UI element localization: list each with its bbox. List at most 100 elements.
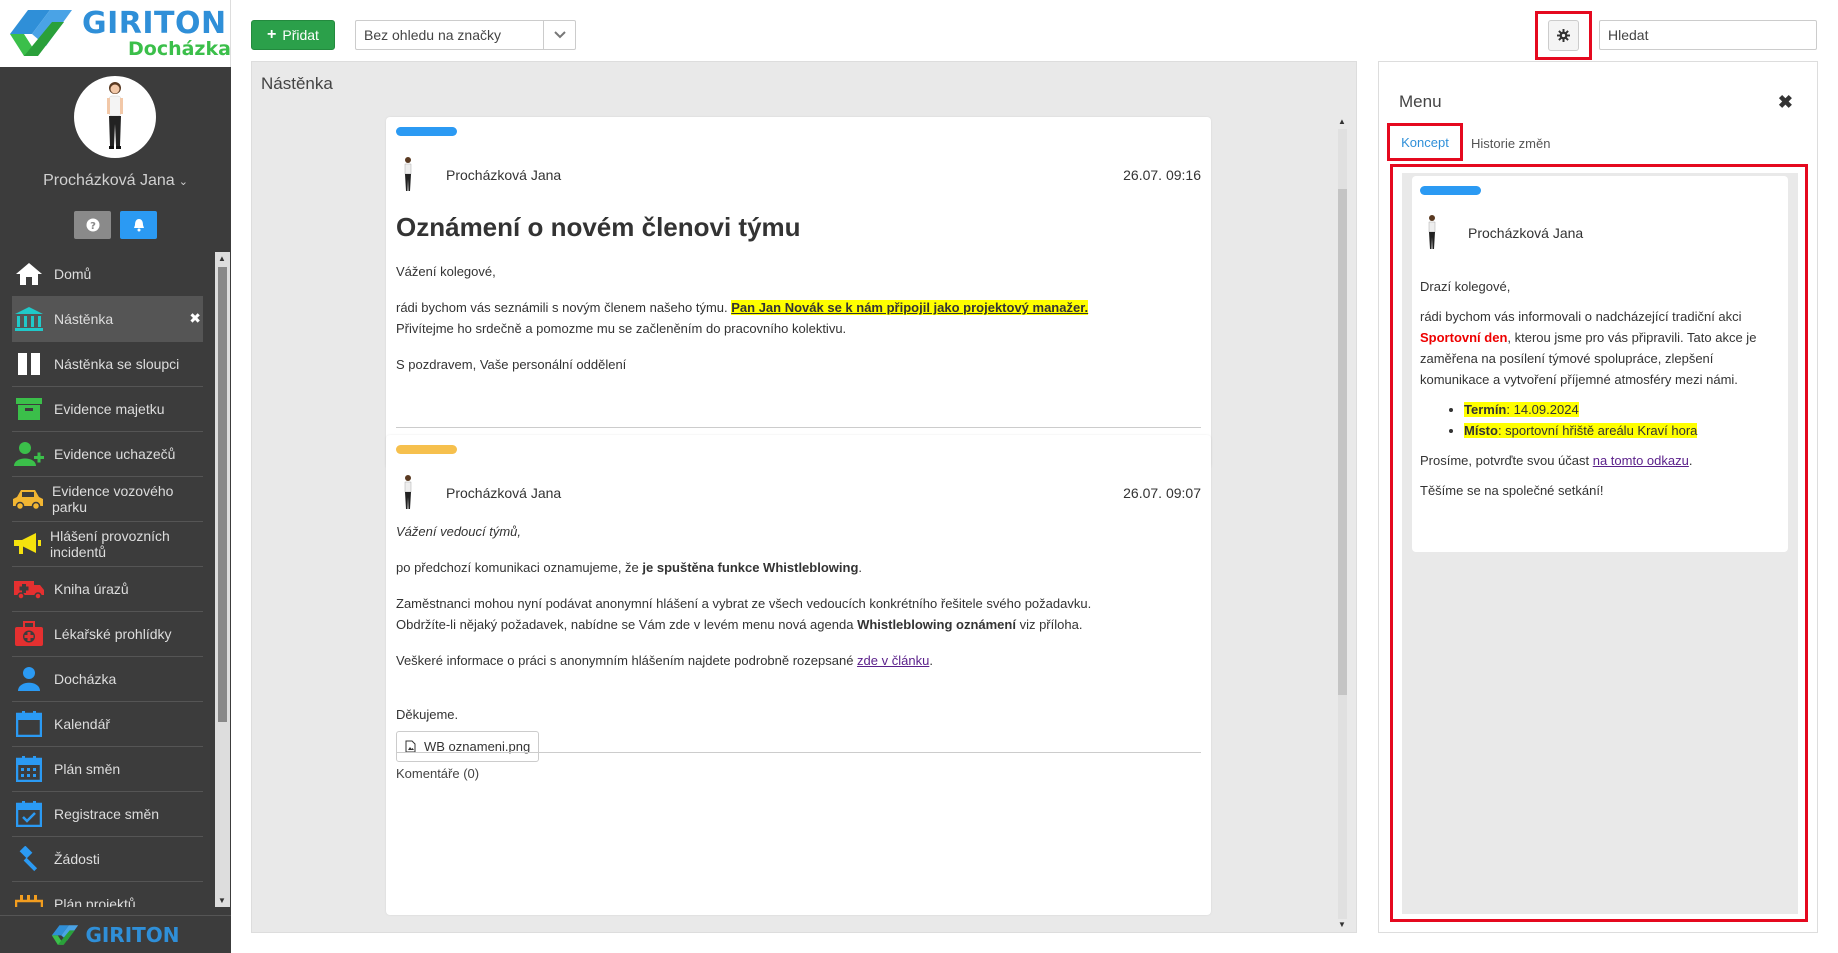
search-input[interactable] bbox=[1599, 20, 1817, 50]
sidebar-item-label: Evidence vozového parku bbox=[52, 483, 174, 515]
post-date: 26.07. 09:16 bbox=[1123, 167, 1201, 183]
post-card[interactable]: Procházková Jana 26.07. 09:16 Oznámení o… bbox=[386, 117, 1211, 469]
comments-link[interactable]: Komentáře (0) bbox=[396, 752, 1201, 781]
person-icon bbox=[18, 667, 40, 691]
bell-icon bbox=[133, 219, 144, 232]
sidebar-item-label: Nástěnka bbox=[54, 311, 114, 327]
sidebar-item-label: Nástěnka se sloupci bbox=[54, 356, 180, 372]
article-link[interactable]: zde v článku bbox=[857, 653, 929, 668]
scrollbar-thumb[interactable] bbox=[218, 267, 227, 722]
sidebar-item-requests[interactable]: Žádosti bbox=[12, 837, 203, 882]
author-avatar bbox=[404, 475, 412, 509]
board-scrollbar[interactable]: ▲ ▼ bbox=[1335, 117, 1349, 929]
tab-concept[interactable]: Koncept bbox=[1401, 135, 1449, 150]
draft-text: Prosíme, potvrďte svou účast na tomto od… bbox=[1420, 453, 1693, 468]
add-button-label: Přidat bbox=[282, 27, 319, 43]
brand-name: GIRITON bbox=[82, 6, 227, 41]
scroll-up-icon[interactable]: ▲ bbox=[1338, 117, 1346, 126]
user-menu[interactable]: Procházková Jana ⌄ bbox=[0, 172, 231, 190]
sidebar-item-candidates[interactable]: Evidence uchazečů bbox=[12, 432, 203, 477]
sidebar-item-label: Kniha úrazů bbox=[54, 581, 129, 597]
car-icon bbox=[13, 490, 43, 511]
post-card[interactable]: Procházková Jana 26.07. 09:07 Vážení ved… bbox=[386, 435, 1211, 915]
post-header: Procházková Jana 26.07. 09:16 bbox=[396, 153, 1201, 197]
list-item: Místo: sportovní hřiště areálu Kraví hor… bbox=[1464, 420, 1774, 441]
draft-text: Těšíme se na společné setkání! bbox=[1420, 483, 1604, 498]
post-text: S pozdravem, Vaše personální oddělení bbox=[396, 357, 627, 372]
sidebar: GIRITON Docházka Procházková Jana ⌄ ? Dom… bbox=[0, 0, 231, 953]
sidebar-item-projects[interactable]: Plán projektů bbox=[12, 882, 203, 907]
tag-bar bbox=[396, 127, 457, 136]
user-figure-icon bbox=[107, 82, 123, 149]
sidebar-item-attendance[interactable]: Docházka bbox=[12, 657, 203, 702]
tab-history[interactable]: Historie změn bbox=[1471, 136, 1550, 151]
sidebar-item-label: Plán projektů bbox=[54, 896, 136, 907]
calendar-grid-icon bbox=[16, 756, 42, 782]
close-icon[interactable]: ✖ bbox=[189, 310, 201, 327]
sidebar-item-shift-registration[interactable]: Registrace směn bbox=[12, 792, 203, 837]
sidebar-item-label: Evidence majetku bbox=[54, 401, 165, 417]
draft-card[interactable]: Procházková Jana Drazí kolegové, rádi by… bbox=[1412, 176, 1788, 552]
sidebar-nav: Domů Nástěnka ✖ Nástěnka se sloupci Evid… bbox=[12, 252, 203, 907]
event-name: Sportovní den bbox=[1420, 330, 1508, 345]
sidebar-item-shift-plan[interactable]: Plán směn bbox=[12, 747, 203, 792]
calendar-icon bbox=[16, 711, 42, 737]
svg-text:?: ? bbox=[90, 221, 96, 232]
add-button[interactable]: + Přidat bbox=[251, 20, 335, 50]
avatar[interactable] bbox=[74, 76, 156, 158]
plus-icon: + bbox=[267, 26, 277, 43]
draft-highlight: Procházková Jana Drazí kolegové, rádi by… bbox=[1390, 164, 1808, 922]
ambulance-icon bbox=[14, 581, 44, 600]
tab-highlight: Koncept bbox=[1387, 123, 1463, 161]
sidebar-item-label: Hlášení provozních incidentů bbox=[50, 528, 170, 560]
sidebar-item-assets[interactable]: Evidence majetku bbox=[12, 387, 203, 432]
sidebar-item-board[interactable]: Nástěnka ✖ bbox=[12, 297, 203, 342]
post-text: Přivítejme ho srdečně a pomozme mu se za… bbox=[396, 321, 847, 336]
close-icon[interactable]: ✖ bbox=[1778, 92, 1793, 113]
calendar-check-icon bbox=[16, 801, 42, 827]
post-header: Procházková Jana 26.07. 09:07 bbox=[396, 471, 1201, 515]
sidebar-item-medical[interactable]: Lékařské prohlídky bbox=[12, 612, 203, 657]
sidebar-item-calendar[interactable]: Kalendář bbox=[12, 702, 203, 747]
gavel-icon bbox=[19, 846, 38, 872]
user-plus-icon bbox=[14, 442, 44, 466]
draft-header: Procházková Jana bbox=[1420, 211, 1780, 255]
tag-filter-value: Bez ohledu na značky bbox=[364, 27, 501, 43]
scroll-down-icon[interactable]: ▼ bbox=[1338, 920, 1346, 929]
settings-button[interactable] bbox=[1548, 20, 1579, 51]
menu-panel: Menu ✖ Koncept Historie změn Procházková… bbox=[1378, 61, 1818, 933]
home-icon bbox=[16, 263, 42, 285]
megaphone-icon bbox=[14, 533, 41, 554]
draft-area: Procházková Jana Drazí kolegové, rádi by… bbox=[1402, 173, 1798, 914]
columns-icon bbox=[18, 353, 40, 375]
chevron-down-icon[interactable] bbox=[543, 21, 575, 49]
help-button[interactable]: ? bbox=[74, 211, 111, 239]
question-icon: ? bbox=[86, 218, 99, 232]
draft-body: Drazí kolegové, rádi bychom vás informov… bbox=[1420, 276, 1774, 510]
user-name: Procházková Jana bbox=[43, 172, 175, 189]
sidebar-item-home[interactable]: Domů bbox=[12, 252, 203, 297]
list-item: Termín: 14.09.2024 bbox=[1464, 399, 1774, 420]
scroll-up-icon[interactable]: ▲ bbox=[218, 254, 226, 263]
scroll-down-icon[interactable]: ▼ bbox=[218, 896, 226, 905]
confirm-link[interactable]: na tomto odkazu bbox=[1593, 453, 1689, 468]
post-body: Vážení vedoucí týmů, po předchozí komuni… bbox=[396, 521, 1201, 762]
post-text: Děkujeme. bbox=[396, 707, 459, 722]
sidebar-item-injuries[interactable]: Kniha úrazů bbox=[12, 567, 203, 612]
gear-icon bbox=[1557, 29, 1570, 42]
draft-author: Procházková Jana bbox=[1468, 225, 1584, 241]
sidebar-item-fleet[interactable]: Evidence vozového parku bbox=[12, 477, 203, 522]
sidebar-item-label: Plán směn bbox=[54, 761, 121, 777]
bank-icon bbox=[15, 307, 43, 331]
sidebar-item-board-columns[interactable]: Nástěnka se sloupci bbox=[12, 342, 203, 387]
sidebar-item-label: Kalendář bbox=[54, 716, 111, 732]
sidebar-item-incidents[interactable]: Hlášení provozních incidentů bbox=[12, 522, 203, 567]
tag-filter-select[interactable]: Bez ohledu na značky bbox=[355, 20, 576, 50]
post-author: Procházková Jana bbox=[446, 167, 562, 183]
post-text: rádi bychom vás seznámili s novým členem… bbox=[396, 300, 1089, 315]
notifications-button[interactable] bbox=[120, 211, 157, 239]
app-logo[interactable]: GIRITON Docházka bbox=[0, 0, 231, 67]
scrollbar-thumb[interactable] bbox=[1338, 189, 1347, 695]
post-text: Zaměstnanci mohou nyní podávat anonymní … bbox=[396, 596, 1092, 611]
sidebar-scrollbar[interactable]: ▲ ▼ bbox=[215, 252, 230, 907]
